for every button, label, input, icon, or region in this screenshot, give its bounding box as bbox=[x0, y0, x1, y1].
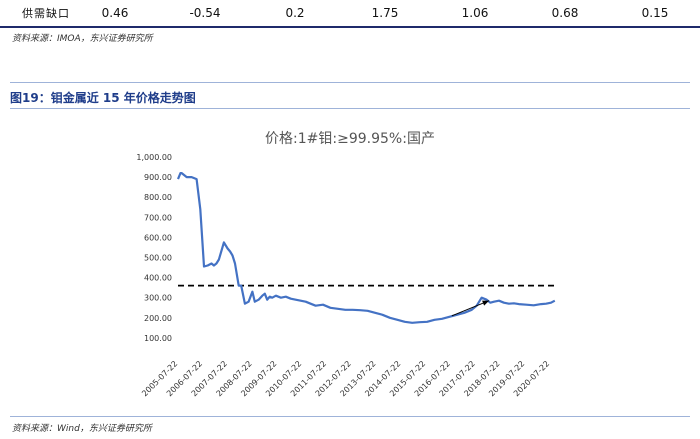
source-note-bottom: 资料来源：Wind，东兴证券研究所 bbox=[12, 424, 152, 434]
y-tick-label: 200.00 bbox=[144, 314, 172, 323]
y-tick-label: 800.00 bbox=[144, 193, 172, 202]
y-tick-label: 500.00 bbox=[144, 254, 172, 263]
y-tick-label: 100.00 bbox=[144, 334, 172, 343]
y-tick-label: 600.00 bbox=[144, 233, 172, 242]
price-series-line bbox=[176, 172, 556, 324]
molybdenum-price-chart: 1,000.00 900.00 800.00 700.00 600.00 500.00 40… bbox=[136, 153, 556, 398]
y-tick-label: 300.00 bbox=[144, 294, 172, 303]
section-divider bbox=[10, 416, 690, 417]
y-tick-label: 700.00 bbox=[144, 213, 172, 222]
y-tick-label: 900.00 bbox=[144, 173, 172, 182]
trend-arrow-head bbox=[482, 300, 490, 306]
y-tick-label: 400.00 bbox=[144, 274, 172, 283]
y-tick-label: 1,000.00 bbox=[136, 153, 172, 162]
